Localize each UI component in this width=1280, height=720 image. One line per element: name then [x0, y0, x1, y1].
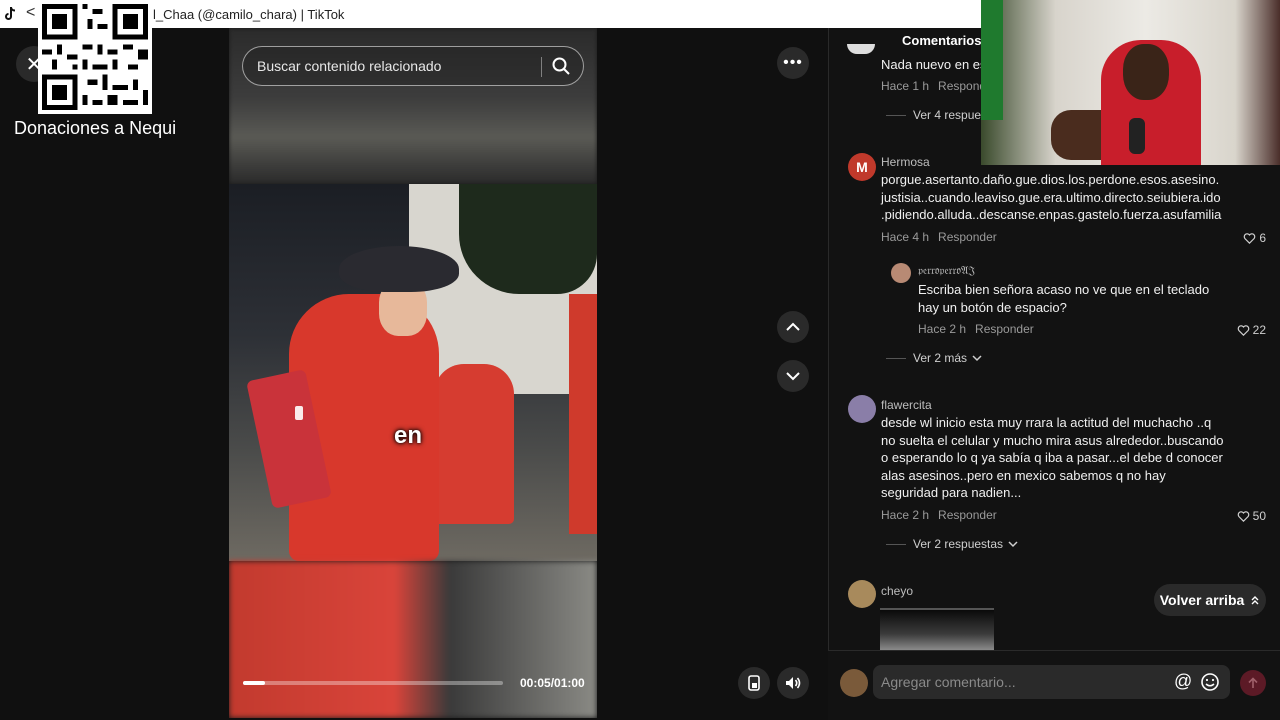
- divider: [886, 114, 906, 116]
- reply-author[interactable]: 𝔭𝔢𝔯𝔯𝔬𝔭𝔢𝔯𝔯𝔬𝔄𝔍: [918, 265, 975, 278]
- donation-label: Donaciones a Nequi: [14, 118, 177, 138]
- comment-author[interactable]: flawercita: [881, 398, 932, 412]
- comment-time: Hace 4 h: [881, 230, 930, 244]
- like-count: 22: [1252, 323, 1266, 337]
- window-title: l_Chaa (@camilo_chara) | TikTok: [153, 7, 345, 22]
- next-video-button[interactable]: [777, 360, 809, 392]
- comment-time: Hace 2 h: [881, 508, 930, 522]
- comment-meta: Hace 4 h Responder: [881, 230, 997, 244]
- reply-button[interactable]: Responder: [938, 508, 997, 522]
- avatar[interactable]: [891, 263, 911, 283]
- webcam-flag: [981, 0, 1003, 120]
- chevron-up-icon: [786, 322, 800, 331]
- reply-text: Escriba bien señora acaso no ve que en e…: [918, 282, 1210, 315]
- video-person-middle: [434, 364, 514, 524]
- webcam-head: [1123, 44, 1169, 100]
- divider: [886, 543, 906, 545]
- like-count: 6: [1259, 231, 1266, 245]
- search-placeholder: Buscar contenido relacionado: [257, 58, 442, 74]
- comment-placeholder: Agregar comentario...: [881, 674, 1016, 690]
- floating-player-button[interactable]: [738, 667, 770, 699]
- comment-author[interactable]: Hermosa: [881, 155, 930, 169]
- comment-author[interactable]: cheyo: [881, 584, 913, 598]
- comment-time: Hace 1 h: [881, 79, 930, 93]
- view-replies-button[interactable]: Ver 4 respue: [886, 108, 981, 122]
- send-icon: [1248, 677, 1258, 688]
- reply-meta: Hace 2 h Responder: [918, 322, 1034, 336]
- like-button[interactable]: 6: [1243, 231, 1266, 245]
- send-button[interactable]: [1240, 670, 1266, 696]
- qr-code: [38, 0, 152, 114]
- volume-icon: [786, 677, 801, 689]
- video-tree: [459, 184, 597, 294]
- avatar[interactable]: [848, 395, 876, 423]
- related-search-input[interactable]: Buscar contenido relacionado: [242, 46, 584, 86]
- heart-icon: [1244, 232, 1256, 244]
- avatar: [840, 669, 868, 697]
- video-timecode: 00:05/01:00: [520, 676, 585, 690]
- comment-image[interactable]: [880, 608, 994, 650]
- volume-button[interactable]: [777, 667, 809, 699]
- like-button[interactable]: 50: [1237, 509, 1266, 523]
- emoji-icon[interactable]: [1200, 672, 1220, 692]
- avatar[interactable]: M: [848, 153, 876, 181]
- view-replies-button[interactable]: Ver 2 respuestas: [886, 537, 1018, 551]
- mention-icon[interactable]: @: [1174, 671, 1192, 692]
- video-caption: en: [394, 422, 423, 449]
- comment-input[interactable]: Agregar comentario... @: [873, 665, 1230, 699]
- view-replies-label: Ver 4 respue: [913, 108, 982, 122]
- tiktok-icon: [5, 6, 16, 20]
- video-cowboy-hat: [339, 246, 459, 292]
- video-person-right: [569, 294, 597, 534]
- reply-time: Hace 2 h: [918, 322, 967, 336]
- comment-meta: Hace 2 h Responder: [881, 508, 997, 522]
- comment-composer: Agregar comentario... @: [828, 650, 1280, 720]
- back-icon[interactable]: <: [26, 4, 35, 22]
- double-chevron-up-icon: [1251, 596, 1259, 605]
- webcam-microphone: [1129, 118, 1145, 154]
- reply-button[interactable]: Responder: [975, 322, 1034, 336]
- search-divider: [541, 57, 542, 77]
- video-blur-bottom: [229, 561, 597, 718]
- chevron-down-icon: [1008, 541, 1018, 548]
- chevron-down-icon: [786, 372, 800, 381]
- webcam-overlay: [981, 0, 1280, 165]
- video-progress-fill: [243, 681, 265, 685]
- divider: [886, 357, 906, 359]
- video-frame: [229, 184, 597, 561]
- avatar[interactable]: [848, 580, 876, 608]
- view-more-label: Ver 2 más: [913, 351, 968, 365]
- heart-icon: [1237, 510, 1249, 522]
- mouse-cursor: [295, 406, 303, 420]
- avatar[interactable]: [847, 44, 875, 54]
- comment-text: Nada nuevo en es: [881, 57, 987, 72]
- more-icon: •••: [783, 54, 803, 71]
- comment-meta: Hace 1 h Responder: [881, 79, 997, 93]
- back-to-top-button[interactable]: Volver arriba: [1154, 584, 1266, 616]
- previous-video-button[interactable]: [777, 311, 809, 343]
- video-player[interactable]: en: [229, 28, 597, 718]
- chevron-down-icon: [972, 355, 982, 362]
- like-count: 50: [1252, 509, 1266, 523]
- device-icon: [748, 675, 760, 691]
- heart-icon: [1237, 324, 1249, 336]
- like-button[interactable]: 22: [1237, 323, 1266, 337]
- comment-text: porgue.asertanto.daño.gue.dios.los.perdo…: [881, 172, 1222, 222]
- search-icon[interactable]: [551, 56, 571, 76]
- comment-text: desde wl inicio esta muy rrara la actitu…: [881, 415, 1224, 500]
- back-to-top-label: Volver arriba: [1159, 592, 1245, 608]
- comments-header: Comentarios (: [902, 33, 990, 48]
- more-options-button[interactable]: •••: [777, 47, 809, 79]
- video-progress-bar[interactable]: [243, 681, 503, 685]
- view-more-replies-button[interactable]: Ver 2 más: [886, 351, 982, 365]
- view-replies-label: Ver 2 respuestas: [913, 537, 1004, 551]
- reply-button[interactable]: Responder: [938, 230, 997, 244]
- avatar-letter: M: [856, 159, 868, 175]
